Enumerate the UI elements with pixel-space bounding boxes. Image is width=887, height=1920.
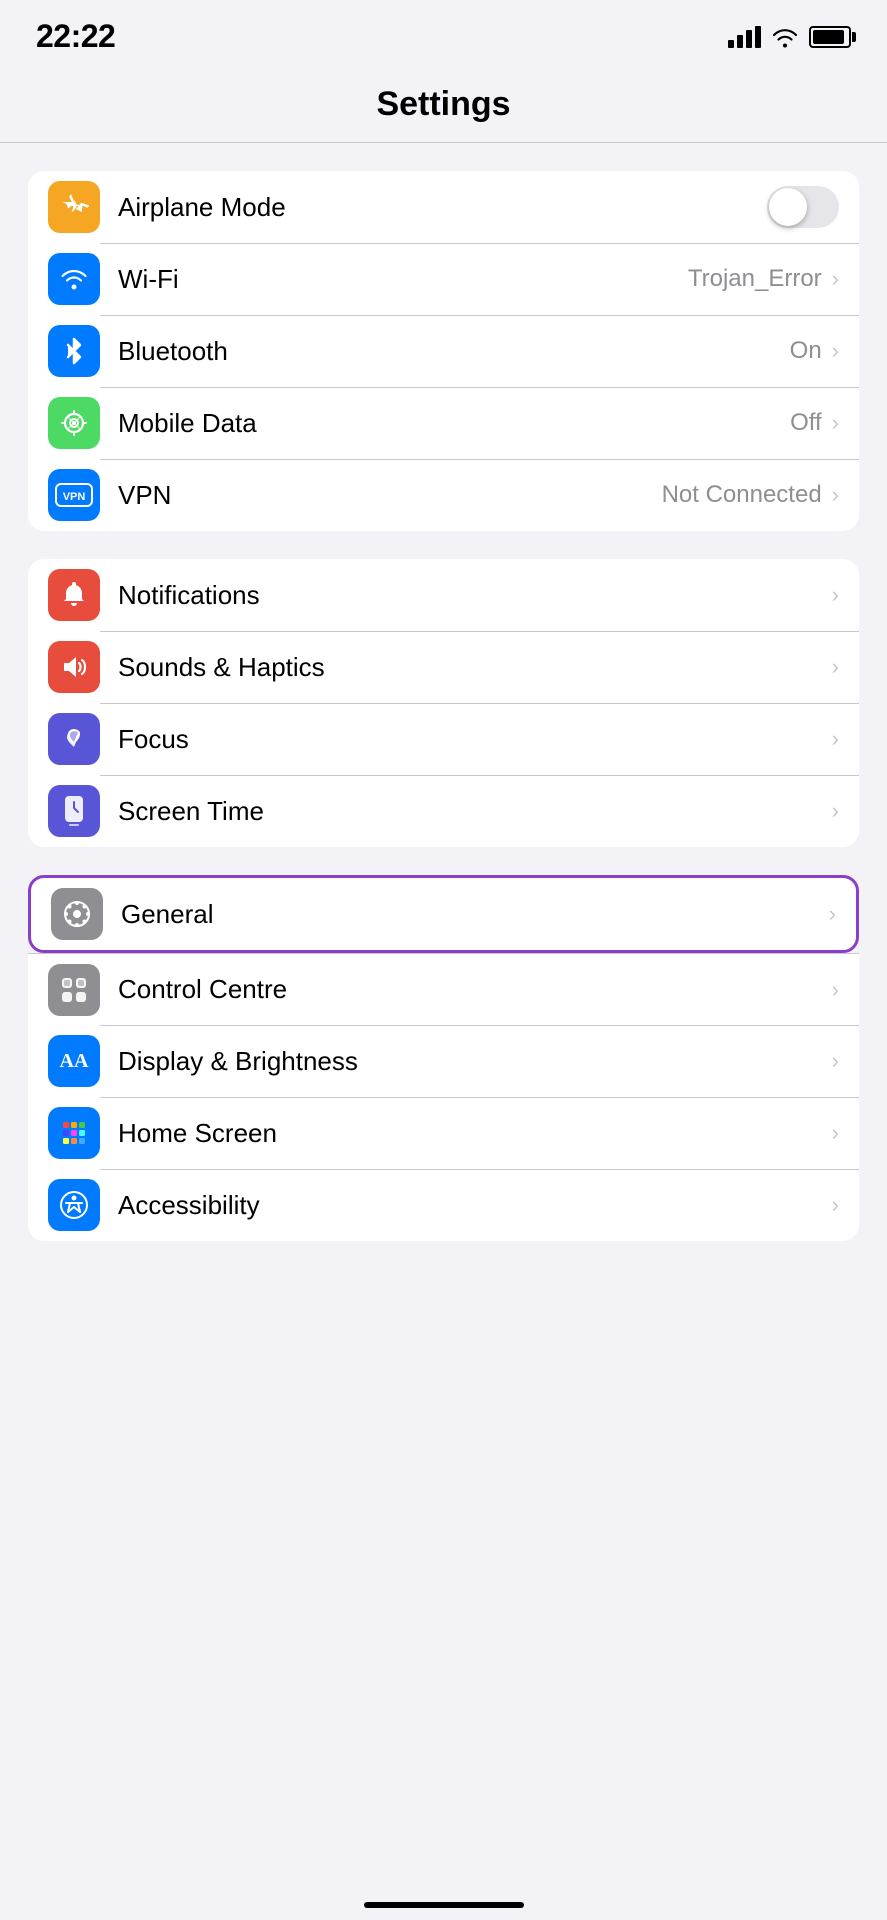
- display-brightness-icon: AA: [48, 1035, 100, 1087]
- control-centre-label: Control Centre: [118, 974, 832, 1005]
- notifications-label: Notifications: [118, 580, 832, 611]
- page-title: Settings: [376, 85, 510, 123]
- vpn-chevron-icon: ›: [832, 482, 839, 508]
- vpn-row[interactable]: VPN VPN Not Connected ›: [28, 459, 859, 531]
- connectivity-group: ✈ Airplane Mode Wi-Fi Trojan_Error › Blu…: [28, 171, 859, 531]
- home-indicator: [364, 1902, 524, 1908]
- display-brightness-row[interactable]: AA Display & Brightness ›: [28, 1025, 859, 1097]
- svg-text:VPN: VPN: [63, 491, 86, 503]
- accessibility-icon: [48, 1179, 100, 1231]
- settings-header: Settings: [0, 65, 887, 143]
- sounds-haptics-chevron-icon: ›: [832, 654, 839, 680]
- display-brightness-label: Display & Brightness: [118, 1046, 832, 1077]
- mobile-data-row[interactable]: Mobile Data Off ›: [28, 387, 859, 459]
- home-screen-row[interactable]: Home Screen ›: [28, 1097, 859, 1169]
- vpn-icon: VPN: [48, 469, 100, 521]
- airplane-mode-icon: ✈: [48, 181, 100, 233]
- sounds-haptics-row[interactable]: Sounds & Haptics ›: [28, 631, 859, 703]
- svg-text:✈: ✈: [66, 196, 81, 216]
- status-bar: 22:22: [0, 0, 887, 65]
- bluetooth-row[interactable]: Bluetooth On ›: [28, 315, 859, 387]
- mobile-data-chevron-icon: ›: [832, 410, 839, 436]
- accessibility-label: Accessibility: [118, 1190, 832, 1221]
- airplane-mode-label: Airplane Mode: [118, 192, 767, 223]
- screen-time-icon: [48, 785, 100, 837]
- control-centre-icon: [48, 964, 100, 1016]
- status-time: 22:22: [36, 18, 115, 55]
- mobile-data-label: Mobile Data: [118, 408, 790, 439]
- airplane-mode-toggle[interactable]: [767, 186, 839, 228]
- general-row[interactable]: General ›: [31, 878, 856, 950]
- focus-icon: [48, 713, 100, 765]
- focus-label: Focus: [118, 724, 832, 755]
- wifi-icon: [48, 253, 100, 305]
- general-icon: [51, 888, 103, 940]
- wifi-label: Wi-Fi: [118, 264, 688, 295]
- home-screen-icon: [48, 1107, 100, 1159]
- bluetooth-icon: [48, 325, 100, 377]
- bluetooth-label: Bluetooth: [118, 336, 790, 367]
- bluetooth-chevron-icon: ›: [832, 338, 839, 364]
- control-centre-row[interactable]: Control Centre ›: [28, 953, 859, 1025]
- sounds-haptics-icon: [48, 641, 100, 693]
- sounds-haptics-label: Sounds & Haptics: [118, 652, 832, 683]
- general-group: General ›: [28, 875, 859, 953]
- general-chevron-icon: ›: [829, 901, 836, 927]
- wifi-chevron-icon: ›: [832, 266, 839, 292]
- home-screen-chevron-icon: ›: [832, 1120, 839, 1146]
- svg-text:AA: AA: [60, 1050, 89, 1072]
- mobile-data-icon: [48, 397, 100, 449]
- screen-time-row[interactable]: Screen Time ›: [28, 775, 859, 847]
- control-centre-chevron-icon: ›: [832, 977, 839, 1003]
- bluetooth-value: On: [790, 337, 822, 365]
- screen-time-chevron-icon: ›: [832, 798, 839, 824]
- focus-chevron-icon: ›: [832, 726, 839, 752]
- notifications-group: Notifications › Sounds & Haptics › Focus: [28, 559, 859, 847]
- battery-icon: [809, 26, 851, 48]
- wifi-value: Trojan_Error: [688, 265, 822, 293]
- bottom-group: Control Centre › AA Display & Brightness…: [28, 953, 859, 1241]
- mobile-data-value: Off: [790, 409, 822, 437]
- vpn-value: Not Connected: [662, 481, 822, 509]
- focus-row[interactable]: Focus ›: [28, 703, 859, 775]
- general-label: General: [121, 899, 829, 930]
- notifications-row[interactable]: Notifications ›: [28, 559, 859, 631]
- signal-bars-icon: [728, 26, 761, 48]
- notifications-chevron-icon: ›: [832, 582, 839, 608]
- notifications-icon: [48, 569, 100, 621]
- accessibility-chevron-icon: ›: [832, 1192, 839, 1218]
- screen-time-label: Screen Time: [118, 796, 832, 827]
- vpn-label: VPN: [118, 480, 662, 511]
- wifi-row[interactable]: Wi-Fi Trojan_Error ›: [28, 243, 859, 315]
- accessibility-row[interactable]: Accessibility ›: [28, 1169, 859, 1241]
- airplane-mode-row[interactable]: ✈ Airplane Mode: [28, 171, 859, 243]
- wifi-status-icon: [771, 26, 799, 48]
- display-brightness-chevron-icon: ›: [832, 1048, 839, 1074]
- status-icons: [728, 26, 851, 48]
- home-screen-label: Home Screen: [118, 1118, 832, 1149]
